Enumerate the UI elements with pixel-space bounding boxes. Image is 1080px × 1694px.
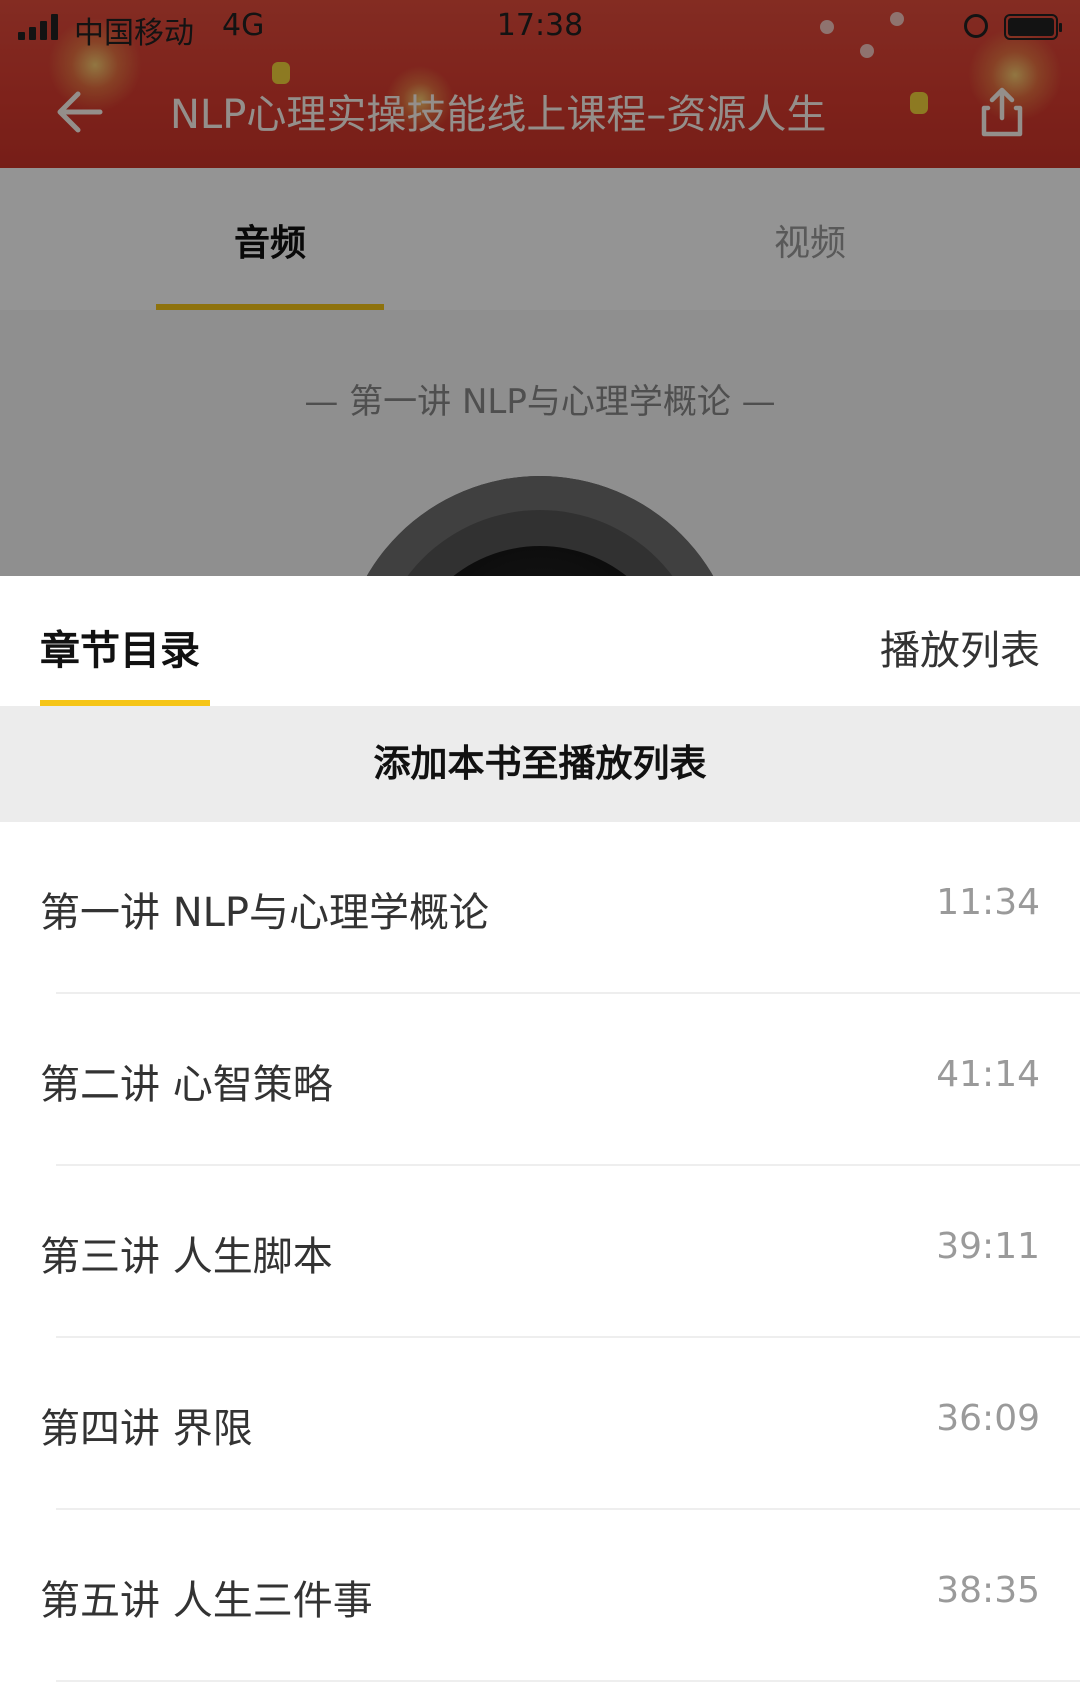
chapter-title: 第四讲 界限 xyxy=(40,1406,253,1452)
sheet-tabs: 章节目录 播放列表 xyxy=(0,576,1080,706)
row-divider xyxy=(56,1680,1080,1682)
add-book-to-playlist-button[interactable]: 添加本书至播放列表 xyxy=(0,706,1080,822)
chapter-title: 第五讲 人生三件事 xyxy=(40,1578,373,1624)
chapter-duration: 39:11 xyxy=(936,1226,1040,1267)
chapter-duration: 41:14 xyxy=(936,1054,1040,1095)
background-player-screen: 中国移动 4G 17:38 NLP心理实操技能线上课程–资源人生 音频 视频 —… xyxy=(0,0,1080,580)
chapter-row[interactable]: 第一讲 NLP与心理学概论 11:34 xyxy=(0,822,1080,994)
tab-chapter-catalog[interactable]: 章节目录 xyxy=(40,618,200,676)
modal-dim-overlay[interactable] xyxy=(0,0,1080,580)
chapter-title: 第三讲 人生脚本 xyxy=(40,1234,333,1280)
chapter-duration: 11:34 xyxy=(936,882,1040,923)
chapter-title: 第二讲 心智策略 xyxy=(40,1062,333,1108)
tab-playlist[interactable]: 播放列表 xyxy=(880,618,1040,676)
chapter-title: 第一讲 NLP与心理学概论 xyxy=(40,890,490,936)
chapter-row[interactable]: 第三讲 人生脚本 39:11 xyxy=(0,1166,1080,1338)
chapter-list: 第一讲 NLP与心理学概论 11:34 第二讲 心智策略 41:14 第三讲 人… xyxy=(0,822,1080,1682)
chapter-duration: 36:09 xyxy=(936,1398,1040,1439)
chapter-row[interactable]: 第五讲 人生三件事 38:35 xyxy=(0,1510,1080,1682)
chapter-sheet: 章节目录 播放列表 添加本书至播放列表 第一讲 NLP与心理学概论 11:34 … xyxy=(0,576,1080,1694)
chapter-row[interactable]: 第四讲 界限 36:09 xyxy=(0,1338,1080,1510)
chapter-row[interactable]: 第二讲 心智策略 41:14 xyxy=(0,994,1080,1166)
chapter-duration: 38:35 xyxy=(936,1570,1040,1611)
